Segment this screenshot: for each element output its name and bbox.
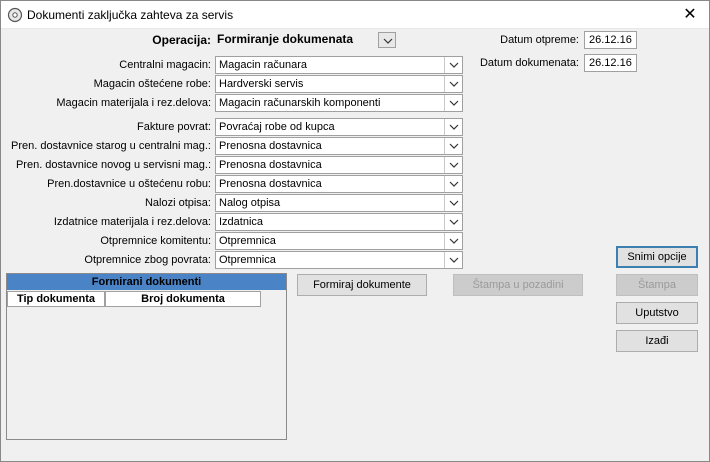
field-select-10[interactable]: Otpremnica: [215, 251, 463, 269]
chevron-down-icon[interactable]: [444, 95, 462, 111]
disc-gear-icon: [7, 7, 23, 23]
datum-dokumenata-field[interactable]: 26.12.16: [584, 54, 637, 72]
field-value-8: Izdatnica: [219, 216, 264, 228]
uputstvo-button[interactable]: Uputstvo: [616, 302, 698, 324]
documents-grid[interactable]: Tip dokumenta Broj dokumenta: [7, 290, 286, 439]
chevron-down-icon[interactable]: [444, 76, 462, 92]
field-label-0: Centralni magacin:: [119, 59, 211, 71]
panel-title: Formirani dokumenti: [7, 274, 286, 290]
field-label-2: Magacin materijala i rez.delova:: [56, 97, 211, 109]
operacija-label: Operacija:: [152, 33, 211, 47]
datum-otpreme-label: Datum otpreme:: [500, 34, 579, 46]
field-select-8[interactable]: Izdatnica: [215, 213, 463, 231]
stampa-u-pozadini-button[interactable]: Štampa u pozadini: [453, 274, 583, 296]
field-select-5[interactable]: Prenosna dostavnica: [215, 156, 463, 174]
snimi-opcije-button[interactable]: Snimi opcije: [616, 246, 698, 268]
field-label-6: Pren.dostavnice u oštećenu robu:: [47, 178, 211, 190]
field-label-8: Izdatnice materijala i rez.delova:: [53, 216, 211, 228]
field-select-3[interactable]: Povraćaj robe od kupca: [215, 118, 463, 136]
title-bar: Dokumenti zaključka zahteva za servis ✕: [1, 1, 709, 29]
field-select-1[interactable]: Hardverski servis: [215, 75, 463, 93]
field-value-7: Nalog otpisa: [219, 197, 281, 209]
field-select-2[interactable]: Magacin računarskih komponenti: [215, 94, 463, 112]
chevron-down-icon[interactable]: [444, 233, 462, 249]
formirani-dokumenti-panel: Formirani dokumenti Tip dokumenta Broj d…: [6, 273, 287, 440]
field-value-6: Prenosna dostavnica: [219, 178, 322, 190]
field-label-5: Pren. dostavnice novog u servisni mag.:: [15, 159, 211, 171]
chevron-down-icon[interactable]: [444, 119, 462, 135]
field-select-7[interactable]: Nalog otpisa: [215, 194, 463, 212]
chevron-down-icon[interactable]: [378, 32, 396, 48]
field-label-9: Otpremnice komitentu:: [100, 235, 211, 247]
datum-otpreme-field[interactable]: 26.12.16: [584, 31, 637, 49]
field-value-10: Otpremnica: [219, 254, 276, 266]
close-button[interactable]: ✕: [679, 4, 701, 26]
field-label-7: Nalozi otpisa:: [144, 197, 211, 209]
field-label-1: Magacin oštećene robe:: [93, 78, 211, 90]
field-select-0[interactable]: Magacin računara: [215, 56, 463, 74]
chevron-down-icon[interactable]: [444, 176, 462, 192]
field-value-9: Otpremnica: [219, 235, 276, 247]
field-value-2: Magacin računarskih komponenti: [219, 97, 381, 109]
field-label-4: Pren. dostavnice starog u centralni mag.…: [11, 140, 211, 152]
field-value-0: Magacin računara: [219, 59, 308, 71]
izadji-button[interactable]: Izađi: [616, 330, 698, 352]
chevron-down-icon[interactable]: [444, 195, 462, 211]
field-select-6[interactable]: Prenosna dostavnica: [215, 175, 463, 193]
chevron-down-icon[interactable]: [444, 252, 462, 268]
field-value-1: Hardverski servis: [219, 78, 304, 90]
field-select-4[interactable]: Prenosna dostavnica: [215, 137, 463, 155]
field-label-3: Fakture povrat:: [137, 121, 211, 133]
chevron-down-icon[interactable]: [444, 214, 462, 230]
field-label-10: Otpremnice zbog povrata:: [84, 254, 211, 266]
chevron-down-icon[interactable]: [444, 57, 462, 73]
formiraj-dokumente-button[interactable]: Formiraj dokumente: [297, 274, 427, 296]
field-value-5: Prenosna dostavnica: [219, 159, 322, 171]
field-value-3: Povraćaj robe od kupca: [219, 121, 335, 133]
window-title: Dokumenti zaključka zahteva za servis: [27, 8, 234, 22]
chevron-down-icon[interactable]: [444, 157, 462, 173]
operacija-select[interactable]: Formiranje dokumenata: [215, 31, 397, 49]
field-select-9[interactable]: Otpremnica: [215, 232, 463, 250]
stampa-button[interactable]: Štampa: [616, 274, 698, 296]
chevron-down-icon[interactable]: [444, 138, 462, 154]
operacija-value: Formiranje dokumenata: [217, 32, 354, 46]
column-header-tip[interactable]: Tip dokumenta: [7, 291, 105, 307]
column-header-broj[interactable]: Broj dokumenta: [105, 291, 261, 307]
dialog-window: Dokumenti zaključka zahteva za servis ✕ …: [0, 0, 710, 462]
datum-dokumenata-label: Datum dokumenata:: [479, 57, 579, 69]
field-value-4: Prenosna dostavnica: [219, 140, 322, 152]
